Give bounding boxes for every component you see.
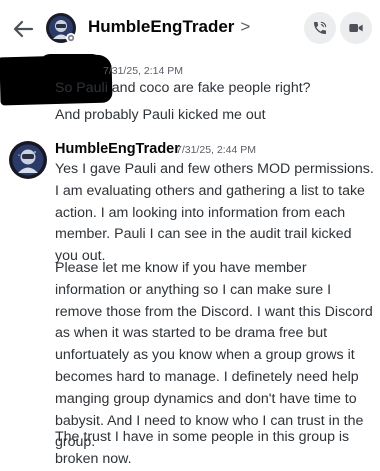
chevron-right-icon: > bbox=[240, 17, 251, 36]
video-call-button[interactable] bbox=[340, 12, 372, 44]
channel-title-text: HumbleEngTrader bbox=[88, 17, 235, 36]
message-timestamp: 7/31/25, 2:44 PM bbox=[176, 144, 256, 156]
redacted-name bbox=[40, 54, 102, 76]
message-text[interactable]: Yes I gave Pauli and few others MOD perm… bbox=[55, 159, 375, 268]
chat-header: HumbleEngTrader > bbox=[0, 0, 380, 58]
message-text[interactable]: Please let me know if you have member in… bbox=[55, 258, 375, 454]
video-camera-icon bbox=[349, 24, 363, 32]
avatar[interactable] bbox=[46, 13, 76, 43]
voice-call-button[interactable] bbox=[304, 12, 336, 44]
message-author[interactable]: HumbleEngTrader bbox=[55, 141, 180, 157]
phone-icon bbox=[314, 21, 327, 34]
avatar[interactable] bbox=[9, 141, 47, 179]
message-text[interactable]: The trust I have in some people in this … bbox=[55, 427, 375, 471]
channel-title[interactable]: HumbleEngTrader > bbox=[88, 17, 250, 37]
arrow-left-icon bbox=[13, 20, 34, 38]
message-text[interactable]: So Pauli and coco are fake people right? bbox=[55, 76, 311, 100]
back-button[interactable] bbox=[10, 16, 36, 42]
message-text[interactable]: And probably Pauli kicked me out bbox=[55, 103, 266, 127]
